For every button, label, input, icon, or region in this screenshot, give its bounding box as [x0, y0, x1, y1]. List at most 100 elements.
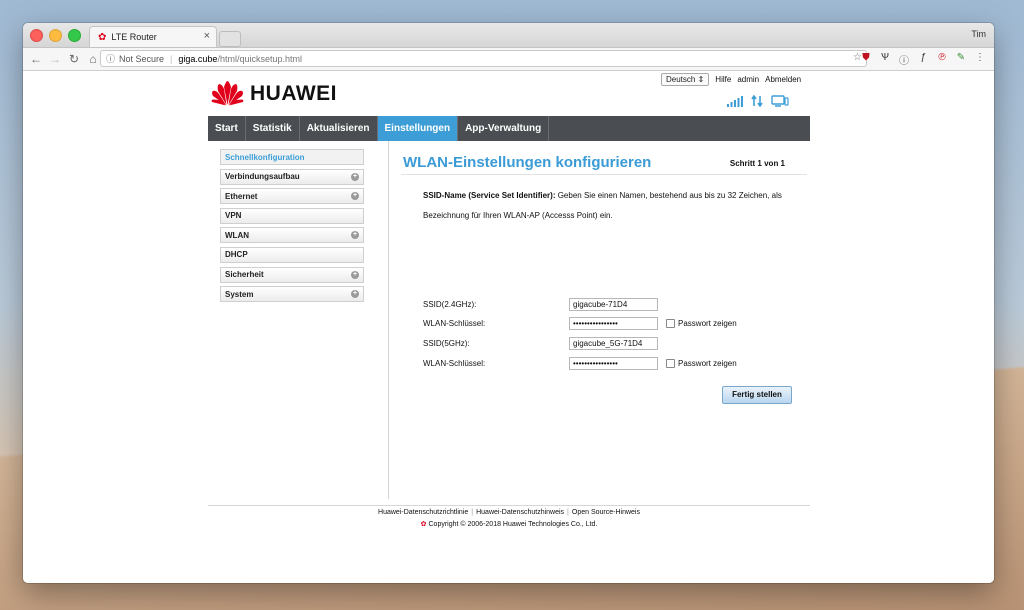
- footer-links: Huawei-Datenschutzrichtlinie | Huawei-Date…: [208, 509, 810, 516]
- ssid-description: SSID-Name (Service Set Identifier): Gebe…: [423, 186, 793, 226]
- nav-start[interactable]: Start: [208, 116, 246, 141]
- info-icon[interactable]: ⓘ: [106, 52, 115, 65]
- privacy-notice-link[interactable]: Huawei-Datenschutzhinweis: [476, 509, 564, 516]
- sidebar-item-label: Schnellkonfiguration: [225, 152, 305, 162]
- ssid-5ghz-row: SSID(5GHz): gigacube_5G-71D4: [423, 335, 658, 351]
- url-host: giga.cube: [178, 53, 218, 64]
- wlan-key-5ghz-label: WLAN-Schlüssel:: [423, 358, 486, 368]
- connected-devices-icon: [771, 95, 789, 107]
- checkbox-label: Passwort zeigen: [678, 318, 737, 328]
- sidebar-item-label: Verbindungsaufbau: [225, 172, 300, 182]
- checkbox-box[interactable]: [666, 358, 675, 368]
- ssid-5ghz-label: SSID(5GHz):: [423, 338, 470, 348]
- minimize-window-button[interactable]: [49, 29, 62, 42]
- sidebar-item-verbindungsaufbau[interactable]: Verbindungsaufbau +: [220, 168, 364, 185]
- wlan-key-5ghz-input[interactable]: ••••••••••••••••: [569, 356, 658, 370]
- data-transfer-icon: [751, 95, 763, 107]
- finish-button[interactable]: Fertig stellen: [722, 386, 792, 404]
- language-select[interactable]: Deutsch ⇕: [661, 73, 710, 86]
- footer-separator: |: [471, 509, 474, 516]
- copyright: ✿ Copyright © 2006-2018 Huawei Technologi…: [208, 520, 810, 528]
- show-password-5ghz-checkbox[interactable]: Passwort zeigen: [666, 358, 737, 368]
- wlan-key-24ghz-row: WLAN-Schlüssel: •••••••••••••••• Passwor…: [423, 315, 737, 331]
- signal-strength-icon: [727, 95, 743, 107]
- tab-title: LTE Router: [111, 32, 157, 42]
- huawei-logo[interactable]: HUAWEI: [211, 81, 337, 106]
- sidebar-item-wlan[interactable]: WLAN +: [220, 227, 364, 244]
- checkbox-label: Passwort zeigen: [678, 358, 737, 368]
- copyright-text: Copyright © 2006-2018 Huawei Technologie…: [428, 521, 598, 528]
- nav-einstellungen[interactable]: Einstellungen: [377, 116, 459, 141]
- sidebar-item-label: DHCP: [225, 250, 248, 260]
- expand-icon: +: [351, 231, 359, 240]
- nav-app-verwaltung[interactable]: App-Verwaltung: [458, 116, 550, 141]
- show-password-24ghz-checkbox[interactable]: Passwort zeigen: [666, 318, 737, 328]
- function-extension-icon[interactable]: ƒ: [917, 52, 929, 67]
- huawei-favicon-icon: ✿: [98, 31, 107, 43]
- sidebar-item-label: WLAN: [225, 230, 249, 240]
- header-links: Deutsch ⇕ Hilfe admin Abmelden: [661, 73, 807, 86]
- back-arrow-icon[interactable]: ←: [28, 52, 44, 66]
- wlan-key-24ghz-input[interactable]: ••••••••••••••••: [569, 316, 658, 330]
- browser-tab[interactable]: ✿ LTE Router ×: [89, 26, 217, 47]
- title-bar: ✿ LTE Router × Tim: [23, 23, 994, 48]
- open-source-link[interactable]: Open Source-Hinweis: [572, 509, 640, 516]
- not-secure-label: Not Secure: [119, 53, 165, 64]
- forward-arrow-icon[interactable]: →: [47, 52, 63, 66]
- admin-link[interactable]: admin: [737, 75, 759, 84]
- footer-divider: [208, 505, 810, 506]
- footer-separator: |: [567, 509, 569, 516]
- help-link[interactable]: Hilfe: [715, 75, 731, 84]
- browser-window: ✿ LTE Router × Tim ← → ↻ ⌂ ⓘ Not Secure …: [23, 23, 994, 583]
- checkbox-box[interactable]: [666, 318, 675, 328]
- settings-sidebar: Schnellkonfiguration Verbindungsaufbau + …: [220, 149, 364, 306]
- content-divider: [388, 141, 389, 499]
- sidebar-item-sicherheit[interactable]: Sicherheit +: [220, 266, 364, 283]
- home-icon[interactable]: ⌂: [85, 52, 101, 66]
- privacy-policy-link[interactable]: Huawei-Datenschutzrichtlinie: [378, 509, 468, 516]
- sidebar-item-label: System: [225, 289, 254, 299]
- router-page: HUAWEI Deutsch ⇕ Hilfe admin Abmelden St…: [23, 71, 994, 583]
- close-window-button[interactable]: [30, 29, 43, 42]
- address-bar[interactable]: ⓘ Not Secure | giga.cube /html/quicksetu…: [100, 50, 867, 67]
- sidebar-item-vpn[interactable]: VPN: [220, 207, 364, 224]
- url-path: /html/quicksetup.html: [217, 53, 302, 64]
- ssid-description-heading: SSID-Name (Service Set Identifier):: [423, 191, 556, 200]
- sidebar-item-system[interactable]: System +: [220, 286, 364, 303]
- huawei-mini-logo-icon: ✿: [420, 521, 427, 528]
- expand-icon: +: [351, 290, 359, 299]
- ssid-24ghz-input[interactable]: gigacube-71D4: [569, 297, 658, 311]
- menu-dots-icon[interactable]: ⋮: [974, 52, 986, 67]
- main-navigation: Start Statistik Aktualisieren Einstellun…: [208, 116, 810, 141]
- omnibox-separator: |: [170, 53, 173, 64]
- page-title: WLAN-Einstellungen konfigurieren: [403, 154, 652, 171]
- sidebar-item-label: Sicherheit: [225, 270, 264, 280]
- sidebar-item-schnellkonfiguration[interactable]: Schnellkonfiguration: [220, 149, 364, 165]
- sidebar-item-ethernet[interactable]: Ethernet +: [220, 188, 364, 205]
- pinterest-extension-icon[interactable]: ℗: [936, 52, 948, 67]
- w-extension-icon[interactable]: Ѱ: [879, 52, 891, 67]
- shield-extension-icon[interactable]: ⛊: [860, 52, 872, 67]
- puzzle-extension-icon[interactable]: ✎: [955, 52, 967, 67]
- new-tab-button[interactable]: [219, 31, 241, 47]
- logout-link[interactable]: Abmelden: [765, 75, 801, 84]
- info-extension-icon[interactable]: ⓘ: [898, 52, 910, 67]
- nav-aktualisieren[interactable]: Aktualisieren: [300, 116, 378, 141]
- sidebar-item-dhcp[interactable]: DHCP: [220, 246, 364, 263]
- expand-icon: +: [351, 192, 359, 201]
- title-divider: [401, 174, 807, 175]
- wlan-key-24ghz-label: WLAN-Schlüssel:: [423, 318, 486, 328]
- sidebar-item-label: Ethernet: [225, 191, 258, 201]
- nav-statistik[interactable]: Statistik: [246, 116, 300, 141]
- maximize-window-button[interactable]: [68, 29, 81, 42]
- huawei-flower-icon: [211, 81, 244, 106]
- brand-name: HUAWEI: [250, 81, 337, 105]
- extensions: ⛊ Ѱ ⓘ ƒ ℗ ✎ ⋮: [860, 52, 986, 67]
- ssid-24ghz-label: SSID(2.4GHz):: [423, 299, 477, 309]
- profile-name[interactable]: Tim: [971, 29, 986, 39]
- ssid-5ghz-input[interactable]: gigacube_5G-71D4: [569, 336, 658, 350]
- sidebar-item-label: VPN: [225, 211, 242, 221]
- language-value: Deutsch: [666, 75, 696, 84]
- reload-icon[interactable]: ↻: [66, 52, 82, 66]
- tab-close-icon[interactable]: ×: [204, 30, 210, 42]
